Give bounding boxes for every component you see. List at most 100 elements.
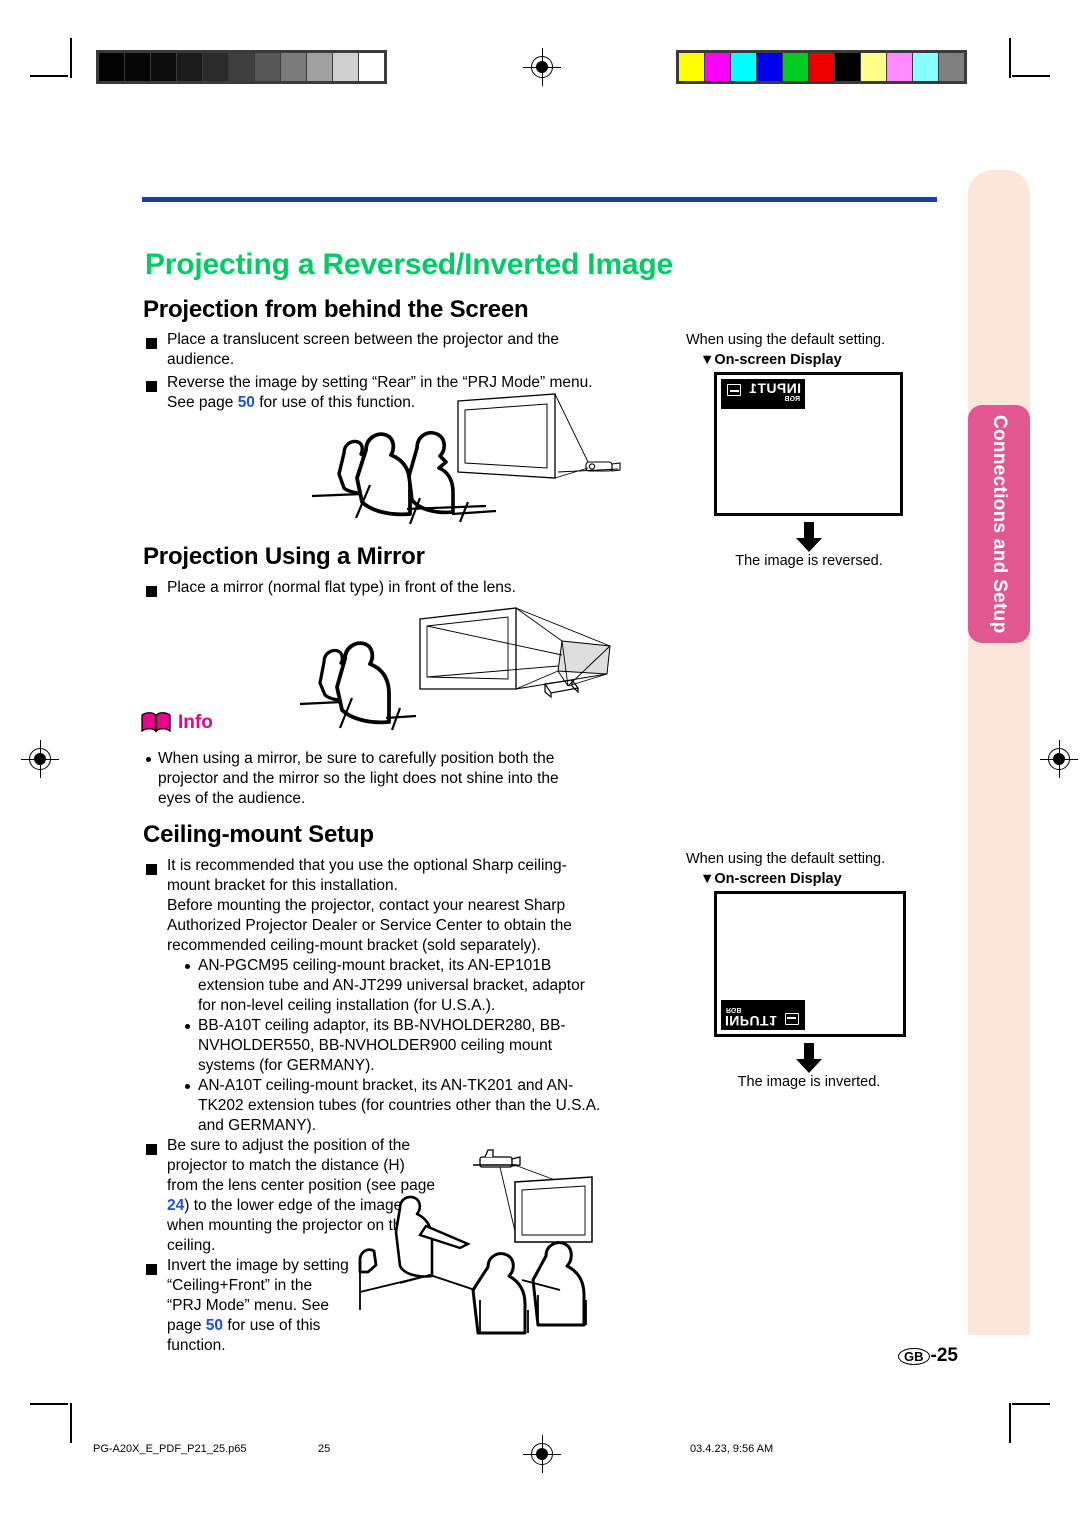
info-line-2: projector and the mirror so the light do… [158,770,559,787]
color-swatch-5 [809,53,834,81]
rear-bullet-1-line-2: audience. [167,351,235,368]
page-title: Projecting a Reversed/Inverted Image [145,248,674,281]
ceiling-b3-line-2: “Ceiling+Front” in the [167,1277,313,1294]
side-panel-background [968,170,1030,1335]
grayscale-swatch-9 [333,53,358,81]
ceiling-sub2-line-1: BB-A10T ceiling adaptor, its BB-NVHOLDER… [198,1017,566,1034]
region-code-label: GB [898,1347,930,1365]
osd-1-sub-label: ▼On-screen Display [700,352,842,368]
illustration-ceiling-mount [358,1149,593,1335]
color-swatch-2 [731,53,756,81]
color-swatch-3 [757,53,782,81]
page-number-label: -25 [930,1345,958,1366]
ceiling-b3-line-4-post: for use of this [223,1317,321,1334]
page-number-badge: GB -25 [898,1345,958,1367]
osd-2-badge: INPUT1 RGB [721,1000,805,1030]
osd-2-screen: INPUT1 RGB [714,891,906,1037]
crop-mark-tl-v [70,38,72,78]
ceiling-b3-line-4-pre: page [167,1317,206,1334]
input-source-icon [727,384,741,396]
osd-2-sub-label: ▼On-screen Display [700,871,842,887]
grayscale-swatch-3 [177,53,202,81]
grayscale-swatch-1 [125,53,150,81]
ceiling-sub3-line-2: TK202 extension tubes (for countries oth… [198,1097,601,1114]
info-label: Info [178,712,213,733]
rear-bullet-2-pre: See page [167,394,238,411]
round-bullet [185,1084,190,1089]
page-reference-50[interactable]: 50 [238,394,255,411]
grayscale-swatch-5 [229,53,254,81]
round-bullet [146,757,151,762]
ceiling-sub2-line-2: NVHOLDER550, BB-NVHOLDER900 ceiling moun… [198,1037,553,1054]
square-bullet [146,586,157,597]
book-icon [141,712,171,733]
registration-mark-bottom [523,1435,561,1473]
footer-filename: PG-A20X_E_PDF_P21_25.p65 [93,1443,247,1455]
grayscale-swatch-7 [281,53,306,81]
square-bullet [146,1264,157,1275]
crop-mark-tr-v [1009,38,1011,78]
crop-mark-br-h [1012,1403,1050,1405]
square-bullet [146,338,157,349]
illustration-rear-projection [311,393,621,525]
color-swatch-7 [861,53,886,81]
arrow-down-icon-2 [796,1043,822,1073]
color-swatch-0 [679,53,704,81]
grayscale-swatch-4 [203,53,228,81]
manual-page: Connections and Setup Projecting a Rever… [0,0,1080,1528]
osd-1-badge-sub: RGB [784,396,800,403]
page-reference-24[interactable]: 24 [167,1197,184,1214]
color-swatch-4 [783,53,808,81]
crop-mark-br-v [1009,1403,1011,1443]
registration-mark-right [1040,740,1078,778]
crop-mark-tl-h [30,75,68,77]
osd-2-caption: The image is inverted. [737,1074,881,1090]
ceiling-b1-line-1: It is recommended that you use the optio… [167,857,567,874]
color-swatch-6 [835,53,860,81]
grayscale-swatch-8 [307,53,332,81]
color-swatch-9 [913,53,938,81]
square-bullet [146,864,157,875]
info-line-3: eyes of the audience. [158,790,306,807]
osd-1-badge: INPUT1 RGB [721,379,805,409]
registration-mark-left [21,740,59,778]
side-tab-connections-and-setup: Connections and Setup [968,405,1030,643]
osd-1-badge-main: INPUT1 [748,380,801,396]
crop-mark-bl-h [30,1403,68,1405]
crop-mark-bl-v [70,1403,72,1443]
mirror-bullet-1: Place a mirror (normal flat type) in fro… [167,579,516,596]
registration-mark-top [523,48,561,86]
ceiling-sub1-line-2: extension tube and AN-JT299 universal br… [198,977,585,994]
square-bullet [146,1144,157,1155]
ceiling-b1-line-2: mount bracket for this installation. [167,877,398,894]
ceiling-b3-line-4: page 50 for use of this [167,1316,382,1336]
ceiling-b1-line-4: Authorized Projector Dealer or Service C… [167,917,572,934]
ceiling-b1-line-5: recommended ceiling-mount bracket (sold … [167,937,541,954]
ceiling-b1-line-3: Before mounting the projector, contact y… [167,897,566,914]
color-swatch-8 [887,53,912,81]
page-reference-50-b[interactable]: 50 [206,1317,223,1334]
osd-2-badge-main: INPUT1 [725,1013,778,1029]
grayscale-swatch-10 [359,53,384,81]
osd-1-note: When using the default setting. [686,332,886,348]
osd-2-note: When using the default setting. [686,851,886,867]
osd-1-caption: The image is reversed. [735,553,883,569]
color-swatch-10 [939,53,964,81]
round-bullet [185,964,190,969]
heading-projection-using-a-mirror: Projection Using a Mirror [143,543,425,570]
color-calibration-strip [676,50,967,84]
osd-1-screen: INPUT1 RGB [714,372,903,516]
grayscale-swatch-6 [255,53,280,81]
grayscale-swatch-0 [99,53,124,81]
header-rule [142,197,937,202]
footer-page-number: 25 [318,1443,331,1455]
ceiling-b3-line-3: “PRJ Mode” menu. See [167,1297,329,1314]
ceiling-b3-line-1: Invert the image by setting [167,1257,349,1274]
osd-2-badge-sub: RGB [726,1006,742,1013]
ceiling-sub2-line-3: systems (for GERMANY). [198,1057,375,1074]
square-bullet [146,381,157,392]
ceiling-sub1-line-1: AN-PGCM95 ceiling-mount bracket, its AN-… [198,957,552,974]
heading-projection-from-behind-the-screen: Projection from behind the Screen [143,296,529,323]
grayscale-calibration-strip [96,50,387,84]
input-source-icon [785,1013,799,1025]
